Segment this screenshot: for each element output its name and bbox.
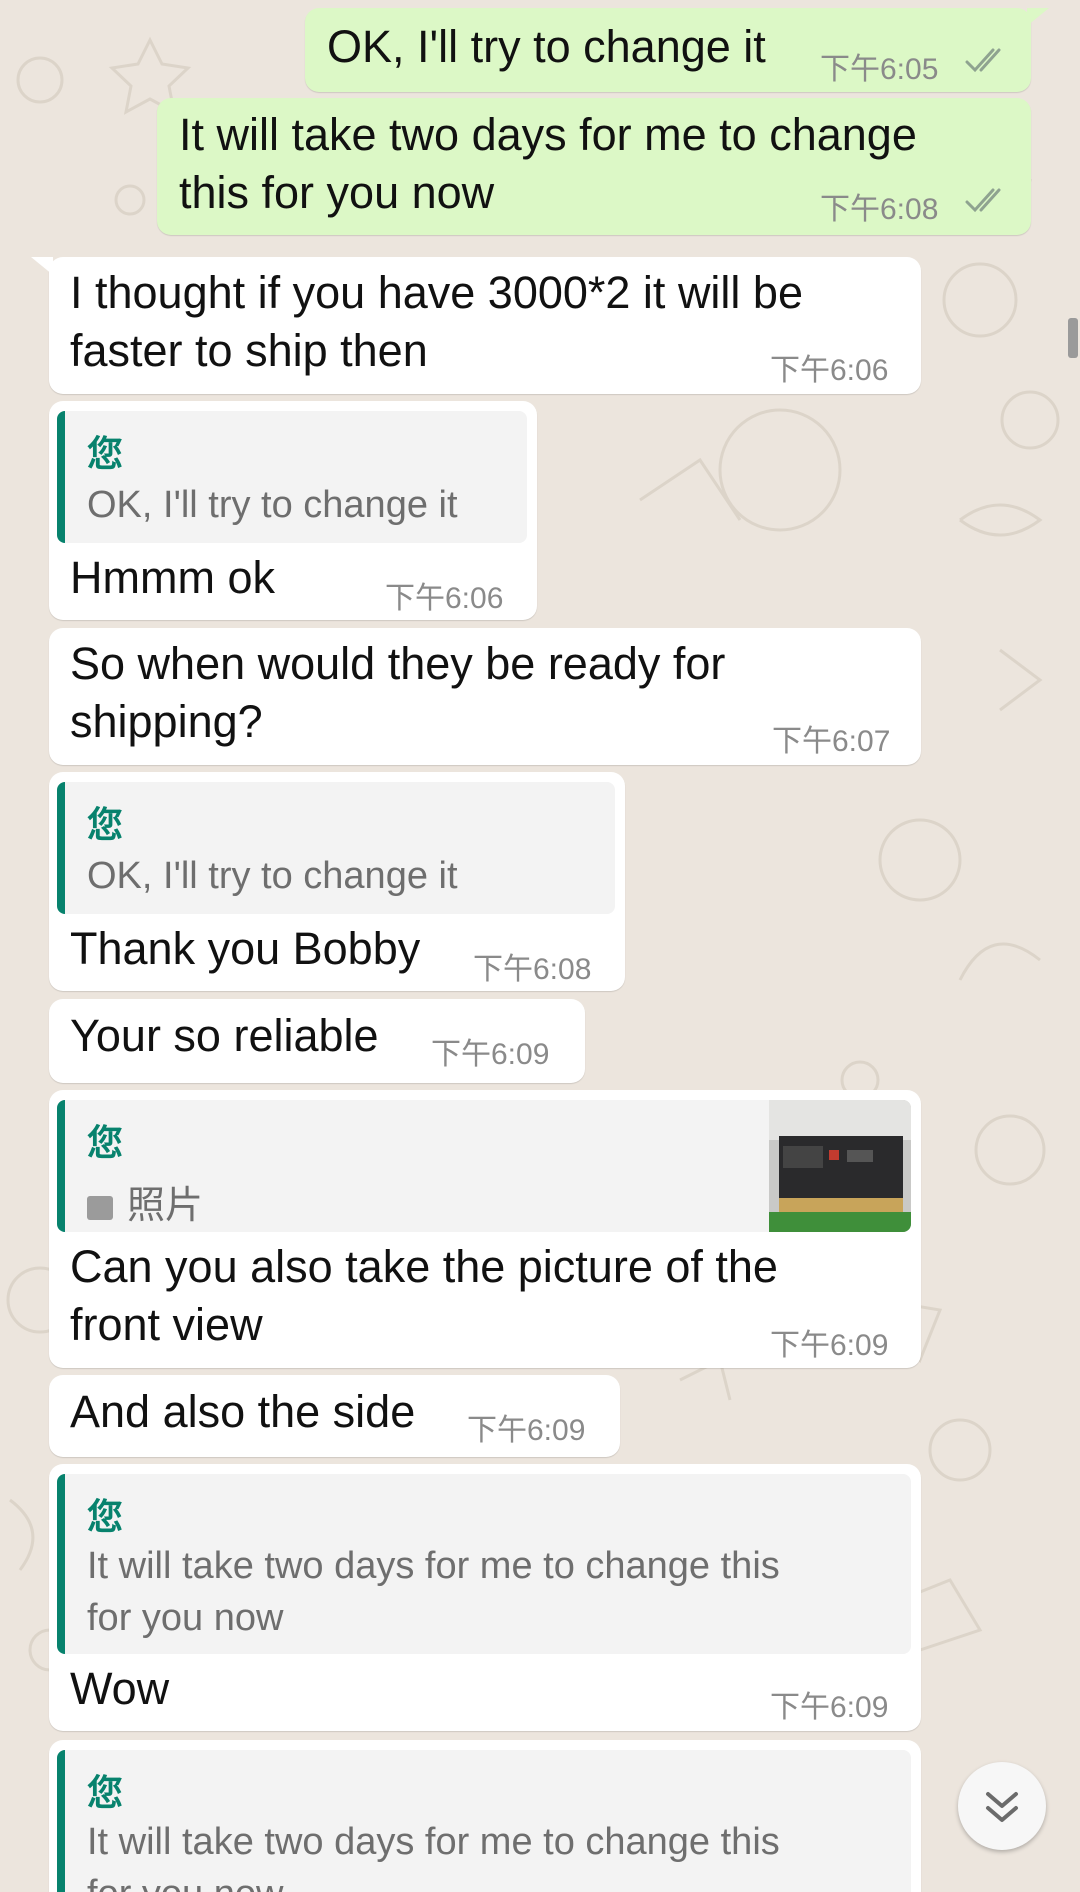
quote-sender: 您 bbox=[87, 1496, 124, 1537]
quote-sender: 您 bbox=[87, 804, 124, 845]
message-time: 下午6:09 bbox=[431, 1038, 550, 1071]
message-bubble-outgoing[interactable]: It will take two days for me to change t… bbox=[157, 98, 1031, 235]
message-text: shipping? bbox=[70, 696, 263, 747]
quote-text: for you now bbox=[87, 1868, 283, 1892]
message-text: OK, I'll try to change it bbox=[327, 21, 766, 72]
message-time: 下午6:09 bbox=[770, 1329, 889, 1362]
quoted-message[interactable]: 您 OK, I'll try to change it bbox=[57, 782, 615, 914]
message-text: Hmmm ok bbox=[70, 552, 275, 603]
message-text: front view bbox=[70, 1299, 263, 1350]
quote-sender: 您 bbox=[87, 433, 124, 474]
message-time: 下午6:09 bbox=[770, 1691, 889, 1724]
message-text: Can you also take the picture of the bbox=[70, 1241, 778, 1292]
message-text: this for you now bbox=[179, 167, 495, 218]
message-bubble-incoming[interactable]: Your so reliable 下午6:09 bbox=[49, 999, 585, 1083]
image-icon bbox=[87, 1196, 113, 1220]
message-text: Wow bbox=[70, 1663, 170, 1714]
message-bubble-incoming[interactable]: 您 OK, I'll try to change it Hmmm ok 下午6:… bbox=[49, 401, 537, 620]
quoted-message[interactable]: 您 It will take two days for me to change… bbox=[57, 1474, 911, 1654]
quote-accent-bar bbox=[57, 1100, 65, 1232]
message-time: 下午6:06 bbox=[770, 354, 889, 387]
double-check-icon bbox=[965, 188, 1001, 213]
quote-photo-label: 照片 bbox=[127, 1185, 204, 1227]
message-time: 下午6:07 bbox=[772, 725, 891, 758]
message-bubble-incoming[interactable]: 您 It will take two days for me to change… bbox=[49, 1464, 921, 1731]
message-text: I thought if you have 3000*2 it will be bbox=[70, 267, 803, 318]
message-bubble-incoming[interactable]: I thought if you have 3000*2 it will be … bbox=[31, 257, 921, 394]
message-text: It will take two days for me to change bbox=[179, 109, 917, 160]
quote-accent-bar bbox=[57, 1474, 65, 1654]
quote-accent-bar bbox=[57, 1750, 65, 1892]
quote-text: It will take two days for me to change t… bbox=[87, 1821, 780, 1863]
message-time: 下午6:08 bbox=[820, 193, 939, 226]
message-text: Your so reliable bbox=[70, 1010, 379, 1061]
message-time: 下午6:05 bbox=[820, 53, 939, 86]
scrollbar-thumb[interactable] bbox=[1068, 318, 1078, 358]
quote-text: OK, I'll try to change it bbox=[87, 484, 458, 526]
quote-text: for you now bbox=[87, 1597, 284, 1639]
message-time: 下午6:08 bbox=[473, 953, 592, 986]
quoted-message[interactable]: 您 OK, I'll try to change it bbox=[57, 411, 527, 543]
message-text: And also the side bbox=[70, 1386, 416, 1437]
message-bubble-incoming[interactable]: So when would they be ready for shipping… bbox=[49, 628, 921, 765]
message-bubble-incoming[interactable]: And also the side 下午6:09 bbox=[49, 1375, 620, 1457]
message-bubble-incoming[interactable]: 您 It will take two days for me to change… bbox=[49, 1740, 921, 1892]
quoted-message[interactable]: 您 照片 bbox=[57, 1100, 911, 1232]
message-bubble-outgoing[interactable]: OK, I'll try to change it 下午6:05 bbox=[305, 8, 1049, 92]
double-chevron-down-icon bbox=[986, 1792, 1018, 1822]
quoted-message[interactable]: 您 It will take two days for me to change… bbox=[57, 1750, 911, 1892]
double-check-icon bbox=[965, 48, 1001, 73]
quote-text: OK, I'll try to change it bbox=[87, 855, 458, 897]
message-bubble-incoming[interactable]: 您 OK, I'll try to change it Thank you Bo… bbox=[49, 772, 625, 991]
bubble-tail bbox=[31, 257, 53, 275]
message-time: 下午6:06 bbox=[385, 582, 504, 615]
message-text: So when would they be ready for bbox=[70, 638, 726, 689]
message-text: faster to ship then bbox=[70, 325, 428, 376]
message-text: Thank you Bobby bbox=[70, 923, 421, 974]
quote-sender: 您 bbox=[87, 1772, 124, 1813]
quote-accent-bar bbox=[57, 782, 65, 914]
quote-accent-bar bbox=[57, 411, 65, 543]
message-time: 下午6:09 bbox=[467, 1414, 586, 1447]
message-bubble-incoming[interactable]: 您 照片 Can you also take the picture of th… bbox=[49, 1090, 921, 1368]
quote-text: It will take two days for me to change t… bbox=[87, 1545, 780, 1587]
scroll-to-bottom-button[interactable] bbox=[958, 1762, 1046, 1850]
chat-area[interactable]: OK, I'll try to change it 下午6:05 It will… bbox=[0, 0, 1080, 1892]
bubble-tail bbox=[1027, 8, 1049, 26]
quote-sender: 您 bbox=[87, 1122, 124, 1163]
photo-thumbnail[interactable] bbox=[769, 1100, 911, 1232]
